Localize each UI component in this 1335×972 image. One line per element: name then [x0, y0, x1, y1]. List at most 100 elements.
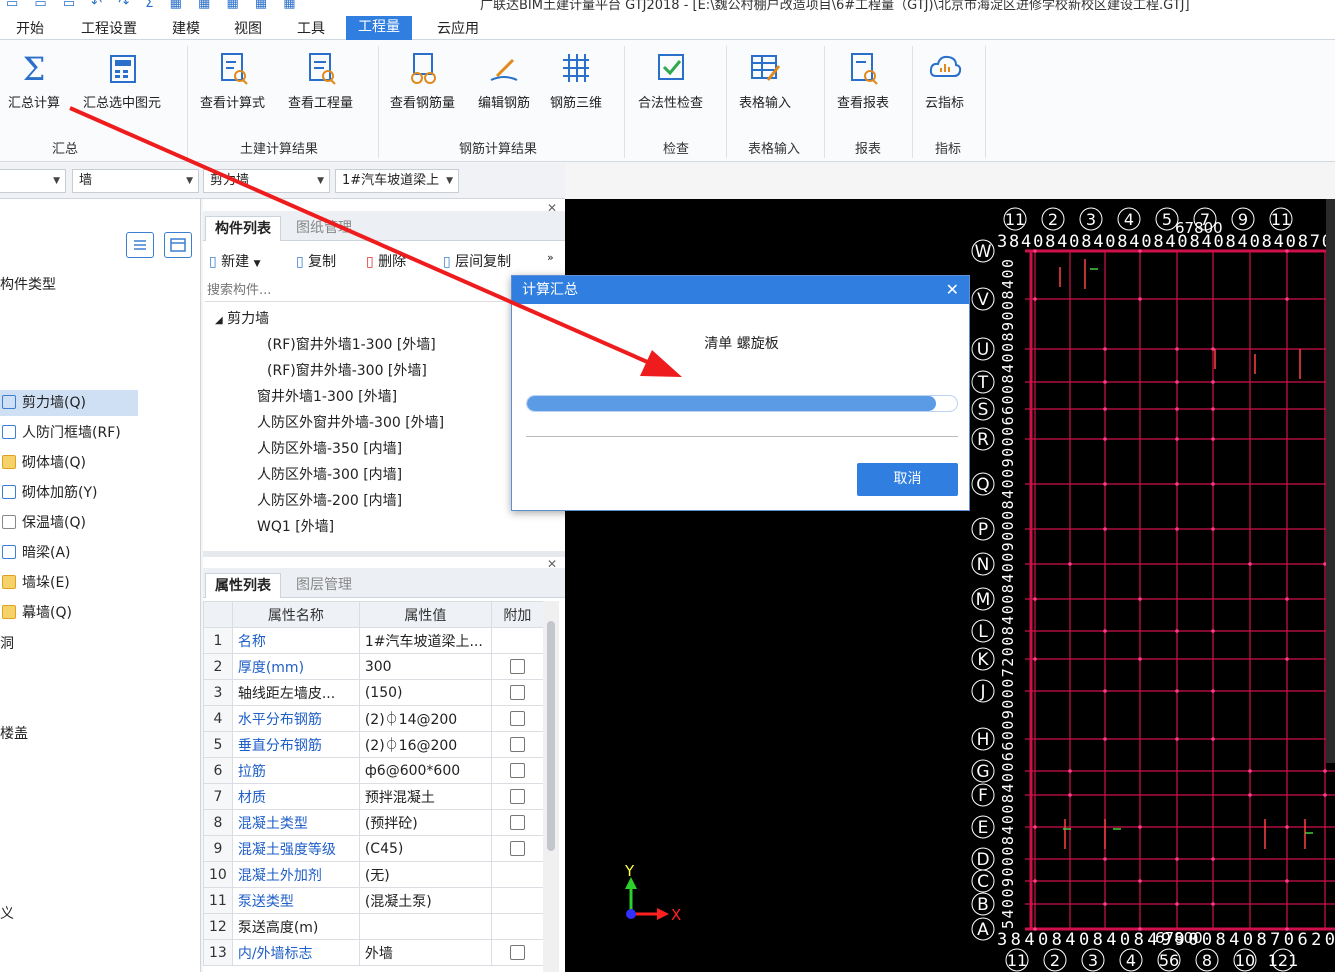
rebar-3d-button[interactable]: 钢筋三维: [550, 50, 602, 111]
property-row[interactable]: 11 泵送类型 (混凝土泵): [203, 887, 544, 914]
cloud-index-button[interactable]: 云指标: [925, 50, 964, 111]
property-row[interactable]: 10 混凝土外加剂 (无): [203, 861, 544, 888]
attach-checkbox[interactable]: [509, 685, 525, 700]
property-row[interactable]: 7 材质 预拌混凝土: [203, 783, 544, 810]
tree-item[interactable]: 人防区外墙-350 [内墙]: [257, 438, 402, 458]
nav-insulation-wall[interactable]: 保温墙(Q): [0, 510, 200, 536]
property-value[interactable]: 预拌混凝土: [358, 783, 492, 810]
tree-item[interactable]: 人防区外墙-300 [内墙]: [257, 464, 402, 484]
property-row[interactable]: 2 厚度(mm) 300: [203, 653, 544, 680]
legality-check-button[interactable]: 合法性检查: [638, 50, 703, 111]
nav-civil-defense-door-wall[interactable]: 人防门框墙(RF): [0, 420, 200, 446]
pane-splitter[interactable]: [203, 551, 565, 557]
view-quantity-button[interactable]: 查看工程量: [288, 50, 353, 111]
menu-tools[interactable]: 工具: [293, 18, 329, 38]
component-search-input[interactable]: [205, 280, 561, 302]
menu-cloud-apps[interactable]: 云应用: [433, 18, 483, 38]
more-tools-icon[interactable]: »: [547, 251, 554, 264]
property-value[interactable]: (C45): [358, 835, 492, 862]
property-value[interactable]: (2)⏀16@200: [358, 731, 492, 758]
menu-start[interactable]: 开始: [12, 18, 48, 38]
tab-component-list[interactable]: 构件列表: [205, 216, 281, 241]
edit-rebar-button[interactable]: 编辑钢筋: [478, 50, 530, 111]
property-row[interactable]: 13 内/外墙标志 外墙: [203, 939, 544, 966]
view-formula-button[interactable]: 查看计算式: [200, 50, 265, 111]
cancel-button[interactable]: 取消: [857, 463, 958, 496]
new-button[interactable]: ▯ 新建 ▼: [209, 251, 261, 271]
property-row[interactable]: 1 名称 1#汽车坡道梁上...: [203, 627, 544, 654]
category-dropdown[interactable]: 墙 ▼: [72, 169, 199, 193]
close-icon[interactable]: ✕: [946, 276, 959, 304]
property-row[interactable]: 5 垂直分布钢筋 (2)⏀16@200: [203, 731, 544, 758]
property-row[interactable]: 12 泵送高度(m): [203, 913, 544, 940]
list-view-icon[interactable]: [126, 232, 154, 258]
delete-button[interactable]: ▯ 删除: [366, 251, 406, 271]
ribbon-separator: [378, 46, 379, 158]
attach-checkbox[interactable]: [509, 737, 525, 752]
attach-checkbox[interactable]: [509, 841, 525, 856]
tree-item[interactable]: 窗井外墙1-300 [外墙]: [257, 386, 397, 406]
property-value[interactable]: 1#汽车坡道梁上...: [358, 627, 492, 654]
form-view-icon[interactable]: [164, 232, 192, 258]
type-dropdown[interactable]: 剪力墙 ▼: [203, 169, 330, 193]
menu-project-settings[interactable]: 工程设置: [77, 18, 141, 38]
menu-view[interactable]: 视图: [230, 18, 266, 38]
tree-item[interactable]: (RF)窗井外墙1-300 [外墙]: [267, 334, 436, 354]
view-rebar-qty-button[interactable]: 查看钢筋量: [390, 50, 455, 111]
copy-button[interactable]: ▯ 复制: [296, 251, 336, 271]
menu-quantity[interactable]: 工程量: [346, 16, 412, 40]
nav-shear-wall[interactable]: 剪力墙(Q): [0, 390, 138, 416]
property-row[interactable]: 3 轴线距左墙皮... (150): [203, 679, 544, 706]
attach-checkbox[interactable]: [509, 763, 525, 778]
tree-item[interactable]: (RF)窗井外墙-300 [外墙]: [267, 360, 427, 380]
menu-modeling[interactable]: 建模: [168, 18, 204, 38]
view-report-button[interactable]: 查看报表: [837, 50, 889, 111]
property-value[interactable]: (预拌砼): [358, 809, 492, 836]
row-index: 11: [203, 887, 233, 914]
sum-calc-button[interactable]: Σ 汇总计算: [8, 50, 60, 111]
scrollbar-thumb[interactable]: [547, 621, 555, 851]
attach-checkbox[interactable]: [509, 789, 525, 804]
nav-floor-cover[interactable]: 楼盖: [0, 723, 28, 743]
attach-checkbox[interactable]: [509, 945, 525, 960]
nav-masonry-rebar[interactable]: 砌体加筋(Y): [0, 480, 200, 506]
property-row[interactable]: 8 混凝土类型 (预拌砼): [203, 809, 544, 836]
attach-checkbox[interactable]: [509, 815, 525, 830]
nav-wall-stub[interactable]: 墙垛(E): [0, 570, 200, 596]
tab-drawing-management[interactable]: 图纸管理: [287, 216, 361, 241]
property-value[interactable]: (150): [358, 679, 492, 706]
property-value[interactable]: [358, 913, 492, 940]
tree-item[interactable]: 人防区外墙-200 [内墙]: [257, 490, 402, 510]
tree-root-shear-wall[interactable]: ◢ 剪力墙: [215, 308, 269, 328]
tree-item[interactable]: 人防区外窗井外墙-300 [外墙]: [257, 412, 444, 432]
tab-property-list[interactable]: 属性列表: [205, 573, 281, 598]
component-dropdown[interactable]: 1#汽车坡道梁上 ▼: [335, 169, 459, 193]
property-value[interactable]: (无): [358, 861, 492, 888]
property-row[interactable]: 6 拉筋 ф6@600*600: [203, 757, 544, 784]
property-row[interactable]: 4 水平分布钢筋 (2)⏀14@200: [203, 705, 544, 732]
attach-checkbox[interactable]: [509, 659, 525, 674]
nav-openings[interactable]: 洞: [0, 633, 14, 653]
axis-number-top: 3: [1086, 210, 1096, 229]
property-value[interactable]: (2)⏀14@200: [358, 705, 492, 732]
nav-hidden-beam[interactable]: 暗梁(A): [0, 540, 200, 566]
table-input-button[interactable]: 表格输入: [739, 50, 791, 111]
tab-layer-management[interactable]: 图层管理: [287, 573, 361, 598]
nav-curtain-wall[interactable]: 幕墙(Q): [0, 600, 200, 626]
nav-masonry-wall[interactable]: 砌体墙(Q): [0, 450, 200, 476]
nav-custom[interactable]: 义: [0, 903, 14, 923]
property-value[interactable]: 300: [358, 653, 492, 680]
floor-copy-button[interactable]: ▯ 层间复制: [443, 251, 511, 271]
quick-access-icons[interactable]: ▭ ▭ ▭ ↶ ↷ Σ ▦ ▦ ▦ ▦ ▦: [6, 0, 302, 11]
property-value[interactable]: ф6@600*600: [358, 757, 492, 784]
property-row[interactable]: 9 混凝土强度等级 (C45): [203, 835, 544, 862]
floor-dropdown[interactable]: ▼: [0, 169, 66, 193]
tree-item[interactable]: WQ1 [外墙]: [257, 516, 334, 536]
property-scrollbar[interactable]: [543, 601, 559, 972]
floor-copy-label: 层间复制: [455, 254, 512, 270]
sum-selected-button[interactable]: 汇总选中图元: [83, 50, 161, 111]
property-value[interactable]: (混凝土泵): [358, 887, 492, 914]
property-table: 属性名称 属性值 附加 1 名称 1#汽车坡道梁上... 2 厚度(mm) 300 3 轴线距…: [203, 601, 544, 966]
attach-checkbox[interactable]: [509, 711, 525, 726]
property-value[interactable]: 外墙: [358, 939, 492, 966]
